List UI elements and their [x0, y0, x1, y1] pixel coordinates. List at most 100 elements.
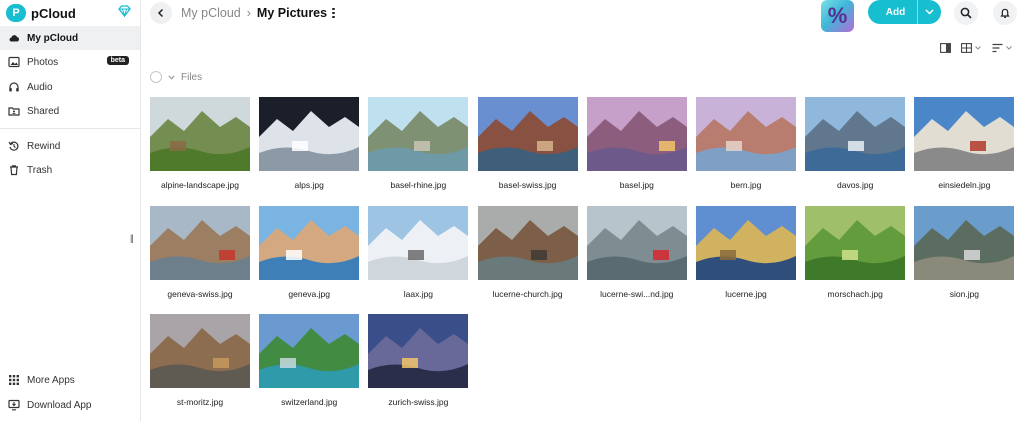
file-name[interactable]: geneva-swiss.jpg — [145, 289, 255, 299]
file-thumbnail[interactable] — [586, 205, 687, 280]
file-tile[interactable]: einsiedeln.jpg — [914, 97, 1015, 190]
file-name[interactable]: davos.jpg — [800, 180, 910, 190]
shared-folder-icon — [8, 105, 20, 117]
file-tile[interactable]: switzerland.jpg — [259, 314, 360, 407]
sidebar-item-trash[interactable]: Trash — [0, 158, 140, 182]
file-name[interactable]: geneva.jpg — [254, 289, 364, 299]
file-name[interactable]: lucerne-church.jpg — [473, 289, 583, 299]
sidebar-item-photos[interactable]: Photos beta — [0, 50, 140, 74]
chevron-down-icon[interactable] — [168, 74, 175, 80]
file-thumbnail[interactable] — [150, 205, 250, 280]
file-thumbnail[interactable] — [150, 97, 250, 171]
sidebar-item-label: Download App — [27, 399, 92, 411]
sidebar-item-label: More Apps — [27, 374, 75, 386]
file-name[interactable]: lucerne.jpg — [691, 289, 801, 299]
bell-icon — [1000, 8, 1010, 18]
sidebar: P pCloud My pCloud Photos beta Audio Sha… — [0, 0, 141, 421]
file-name[interactable]: basel-swiss.jpg — [473, 180, 583, 190]
sidebar-item-my-pcloud[interactable]: My pCloud — [0, 26, 140, 50]
file-tile[interactable]: sion.jpg — [914, 205, 1015, 299]
file-tile[interactable]: alpine-landscape.jpg — [150, 97, 250, 190]
file-thumbnail[interactable] — [805, 97, 906, 171]
file-name[interactable]: basel-rhine.jpg — [363, 180, 473, 190]
file-thumbnail[interactable] — [914, 97, 1015, 171]
file-name[interactable]: st-moritz.jpg — [145, 397, 255, 407]
sidebar-item-label: Shared — [27, 105, 60, 117]
file-thumbnail[interactable] — [477, 205, 578, 280]
file-tile[interactable]: lucerne-church.jpg — [477, 205, 578, 299]
file-thumbnail[interactable] — [696, 97, 796, 171]
breadcrumb-root[interactable]: My pCloud — [181, 6, 241, 20]
sidebar-item-download-app[interactable]: Download App — [0, 393, 140, 417]
sidebar-item-label: Photos — [27, 56, 59, 68]
file-tile[interactable]: basel.jpg — [586, 97, 687, 190]
beta-badge: beta — [106, 56, 129, 65]
file-thumbnail[interactable] — [586, 97, 687, 171]
file-name[interactable]: basel.jpg — [582, 180, 692, 190]
file-thumbnail[interactable] — [368, 97, 469, 171]
sidebar-item-label: Audio — [27, 81, 53, 93]
add-button[interactable]: Add — [868, 0, 941, 24]
more-options-icon[interactable] — [332, 7, 335, 19]
file-name[interactable]: sion.jpg — [909, 289, 1019, 299]
file-thumbnail[interactable] — [368, 205, 469, 280]
file-thumbnail[interactable] — [259, 205, 360, 280]
file-thumbnail[interactable] — [477, 97, 578, 171]
file-name[interactable]: einsiedeln.jpg — [909, 180, 1019, 190]
notifications-button[interactable] — [993, 1, 1017, 25]
sort-icon — [992, 43, 1003, 53]
sidebar-item-more-apps[interactable]: More Apps — [0, 368, 140, 392]
pcloud-logo[interactable]: P pCloud — [6, 3, 76, 23]
chevron-down-icon — [1006, 46, 1012, 50]
file-name[interactable]: morschach.jpg — [800, 289, 910, 299]
back-button[interactable] — [150, 2, 172, 24]
file-tile[interactable]: alps.jpg — [259, 97, 360, 190]
file-name[interactable]: alpine-landscape.jpg — [145, 180, 255, 190]
file-tile[interactable]: lucerne.jpg — [696, 205, 796, 299]
file-tile[interactable]: geneva.jpg — [259, 205, 360, 299]
files-section-header: Files — [150, 71, 202, 83]
select-all-checkbox[interactable] — [150, 71, 162, 83]
sidebar-item-shared[interactable]: Shared — [0, 99, 140, 123]
file-tile[interactable]: basel-swiss.jpg — [477, 97, 578, 190]
file-name[interactable]: zurich-swiss.jpg — [363, 397, 473, 407]
file-thumbnail[interactable] — [259, 314, 360, 388]
breadcrumb-separator: › — [246, 6, 251, 20]
headphones-icon — [8, 81, 20, 93]
file-thumbnail[interactable] — [368, 314, 469, 388]
diamond-icon[interactable] — [118, 5, 131, 17]
sidebar-item-audio[interactable]: Audio — [0, 75, 140, 99]
file-tile[interactable]: zurich-swiss.jpg — [368, 314, 469, 407]
file-tile[interactable]: lucerne-swi...nd.jpg — [586, 205, 687, 299]
file-thumbnail[interactable] — [914, 205, 1015, 280]
file-tile[interactable]: laax.jpg — [368, 205, 469, 299]
info-panel-toggle[interactable] — [940, 42, 951, 54]
file-name[interactable]: bern.jpg — [691, 180, 801, 190]
file-thumbnail[interactable] — [696, 205, 796, 280]
file-name[interactable]: alps.jpg — [254, 180, 364, 190]
file-thumbnail[interactable] — [150, 314, 250, 388]
grid-view-icon — [961, 43, 972, 53]
file-name[interactable]: lucerne-swi...nd.jpg — [582, 289, 692, 299]
image-icon — [8, 56, 20, 68]
promo-discount-icon[interactable]: % — [821, 0, 854, 32]
rewind-icon — [8, 140, 20, 152]
search-button[interactable] — [954, 1, 978, 25]
file-tile[interactable]: basel-rhine.jpg — [368, 97, 469, 190]
file-tile[interactable]: davos.jpg — [805, 97, 906, 190]
file-tile[interactable]: bern.jpg — [696, 97, 796, 190]
file-name[interactable]: laax.jpg — [363, 289, 473, 299]
chevron-down-icon[interactable] — [917, 0, 941, 24]
sidebar-item-rewind[interactable]: Rewind — [0, 134, 140, 158]
breadcrumb-current: My Pictures — [256, 6, 328, 20]
file-tile[interactable]: morschach.jpg — [805, 205, 906, 299]
file-tile[interactable]: st-moritz.jpg — [150, 314, 250, 407]
file-thumbnail[interactable] — [805, 205, 906, 280]
trash-icon — [8, 164, 20, 176]
file-name[interactable]: switzerland.jpg — [254, 397, 364, 407]
file-thumbnail[interactable] — [259, 97, 360, 171]
file-tile[interactable]: geneva-swiss.jpg — [150, 205, 250, 299]
view-mode-dropdown[interactable] — [961, 42, 981, 54]
sidebar-collapse-handle[interactable]: || — [130, 233, 134, 243]
sort-dropdown[interactable] — [992, 42, 1012, 54]
